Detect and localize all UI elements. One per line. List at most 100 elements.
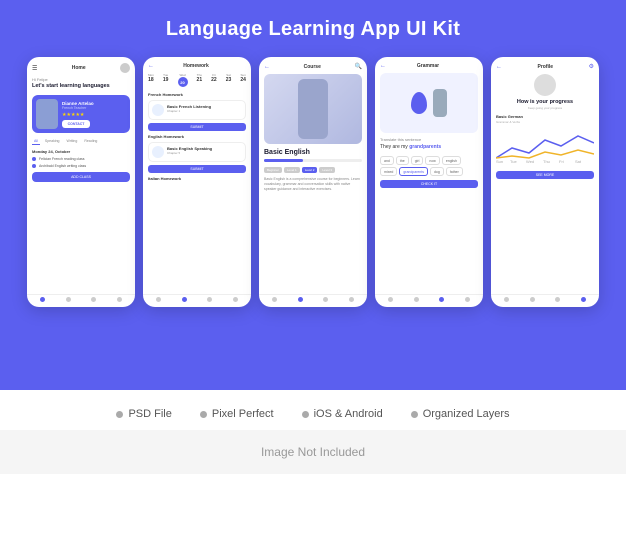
nav-home-3[interactable]	[272, 297, 277, 302]
svg-text:Sat: Sat	[575, 159, 582, 163]
cal-day-3[interactable]: Thu 21	[197, 73, 203, 87]
teacher-info: Dianne Artelao French Teacher ★★★★★ CONT…	[62, 101, 94, 128]
greeting: Hi Felipe	[32, 77, 130, 82]
main-background: Language Learning App UI Kit ☰ Home Hi F…	[0, 0, 626, 390]
feature-dot-psd	[116, 411, 123, 418]
feature-psd: PSD File	[116, 408, 171, 420]
course-title: Basic English	[264, 149, 362, 156]
nav-profile-2[interactable]	[207, 297, 212, 302]
homework-header: ← Homework	[148, 63, 246, 69]
teacher-card: Dianne Artelao French Teacher ★★★★★ CONT…	[32, 95, 130, 133]
nav-home[interactable]	[40, 297, 45, 302]
home-bottom-nav	[27, 294, 135, 304]
nav-settings[interactable]	[117, 297, 122, 302]
class-item-2: Archibald English writing class	[32, 164, 130, 168]
svg-text:Sun: Sun	[496, 159, 503, 163]
contact-button[interactable]: CONTACT	[62, 120, 90, 128]
cal-day-1[interactable]: Tue 19	[163, 73, 169, 87]
nav-course[interactable]	[298, 297, 303, 302]
tab-all-classes[interactable]: All	[32, 138, 40, 145]
nav-home-5[interactable]	[504, 297, 509, 302]
level-2[interactable]: Level 2	[302, 167, 318, 173]
word-and[interactable]: and	[380, 156, 394, 165]
nav-home-4[interactable]	[388, 297, 393, 302]
course-progress-fill	[264, 159, 303, 162]
nav-hw[interactable]	[182, 297, 187, 302]
course-header: ← Course 🔍	[264, 63, 362, 70]
svg-text:Thu: Thu	[543, 159, 550, 163]
tab-writing[interactable]: Writing	[65, 138, 80, 145]
calendar-row: Mon 18 Tue 19 Wed 20 Thu 21 Fri 22	[148, 73, 246, 87]
tab-reading[interactable]: Reading	[82, 138, 99, 145]
sentence-part1: They are my	[380, 144, 409, 150]
phones-row: ☰ Home Hi Felipe Let's start learning la…	[17, 57, 609, 307]
profile-back-icon[interactable]: ←	[496, 64, 502, 70]
grammar-person	[433, 89, 447, 117]
course-back-icon[interactable]: ←	[264, 64, 270, 70]
feature-label-pixel: Pixel Perfect	[212, 408, 274, 420]
word-now[interactable]: now	[425, 156, 439, 165]
nav-settings-4[interactable]	[465, 297, 470, 302]
image-not-included-label: Image Not Included	[261, 445, 365, 459]
class-date: Monday 24, October	[32, 149, 130, 154]
sentence-highlight: grandparents	[409, 144, 441, 150]
cal-day-4[interactable]: Fri 22	[211, 73, 217, 87]
word-father[interactable]: father	[446, 167, 463, 176]
add-class-button[interactable]: ADD CLASS	[32, 172, 130, 182]
level-beginner[interactable]: Beginner	[264, 167, 282, 173]
nav-profile-3[interactable]	[323, 297, 328, 302]
class-tabs: All Speaking Writing Reading	[32, 138, 130, 145]
nav-profile[interactable]	[91, 297, 96, 302]
word-mixed[interactable]: mixed	[380, 167, 397, 176]
bottom-gray-bar: Image Not Included	[0, 430, 626, 474]
check-button[interactable]: CHECK IT	[380, 180, 478, 188]
course-bottom-nav	[259, 294, 367, 304]
profile-settings-icon[interactable]: ⚙	[589, 63, 594, 70]
profile-bottom-nav	[491, 294, 599, 304]
course-search-icon[interactable]: 🔍	[355, 63, 362, 70]
cal-day-2[interactable]: Wed 20	[178, 73, 188, 87]
nav-course-5[interactable]	[530, 297, 535, 302]
nav-settings-2[interactable]	[233, 297, 238, 302]
nav-grammar[interactable]	[414, 297, 419, 302]
word-the[interactable]: the	[396, 156, 409, 165]
nav-profile-5[interactable]	[581, 297, 586, 302]
nav-search[interactable]	[66, 297, 71, 302]
grammar-image-area	[380, 73, 478, 133]
nav-active-4[interactable]	[439, 297, 444, 302]
level-3[interactable]: Level 3	[319, 167, 335, 173]
nav-grammar-5[interactable]	[555, 297, 560, 302]
hw-text-english: Basic English Speaking Chapter 5	[167, 146, 212, 155]
level-1[interactable]: Level 1	[284, 167, 300, 173]
feature-pixel: Pixel Perfect	[200, 408, 274, 420]
svg-text:Fri: Fri	[559, 159, 564, 163]
feature-label-layers: Organized Layers	[423, 408, 510, 420]
cal-day-5[interactable]: Sat 23	[226, 73, 232, 87]
submit-english-button[interactable]: SUBMIT	[148, 165, 246, 173]
course-levels: Beginner Level 1 Level 2 Level 3	[264, 167, 362, 173]
teacher-avatar	[36, 99, 58, 129]
profile-header: ← Profile ⚙	[496, 63, 594, 70]
progress-chart: Sun Tue Wed Thu Fri Sat	[496, 128, 594, 163]
see-more-button[interactable]: SEE MORE	[496, 171, 594, 179]
cal-day-0[interactable]: Mon 18	[148, 73, 154, 87]
profile-course: Basic German	[496, 114, 594, 119]
grammar-back-icon[interactable]: ←	[380, 63, 386, 69]
submit-french-button[interactable]: SUBMIT	[148, 123, 246, 131]
bottom-section: PSD File Pixel Perfect iOS & Android Org…	[0, 390, 626, 500]
word-dog[interactable]: dog	[430, 167, 444, 176]
cal-day-6[interactable]: Sun 24	[240, 73, 246, 87]
word-bank: and the girl now english mixed grandpare…	[380, 156, 478, 176]
word-english[interactable]: english	[442, 156, 461, 165]
course-progress-bar	[264, 159, 362, 162]
grammar-drop-icon	[411, 92, 427, 114]
back-icon[interactable]: ←	[148, 63, 154, 69]
tab-speaking[interactable]: Speaking	[43, 138, 62, 145]
svg-text:Wed: Wed	[526, 159, 534, 163]
word-grandparents[interactable]: grandparents	[399, 167, 428, 176]
nav-settings-3[interactable]	[349, 297, 354, 302]
nav-home-2[interactable]	[156, 297, 161, 302]
phone-home: ☰ Home Hi Felipe Let's start learning la…	[27, 57, 135, 307]
tagline: Let's start learning languages	[32, 83, 130, 90]
word-girl[interactable]: girl	[411, 156, 424, 165]
